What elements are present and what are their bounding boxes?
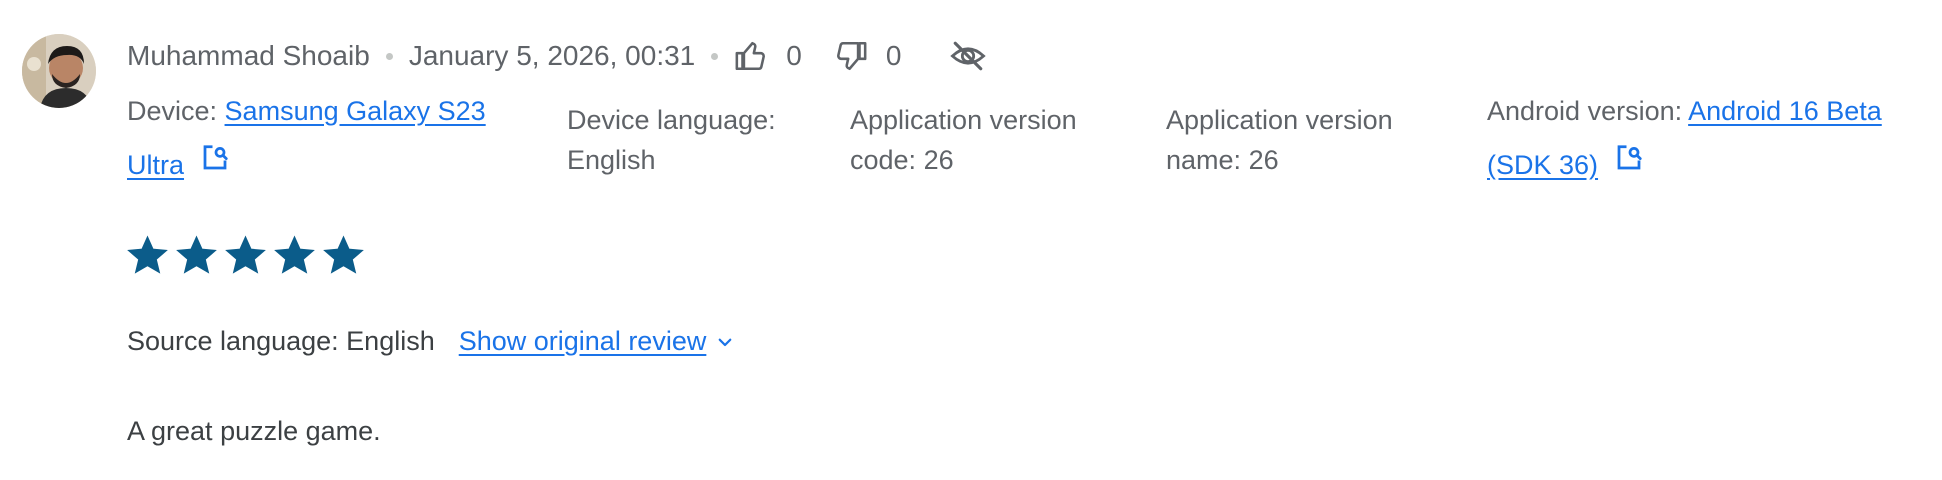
show-original-label: Show original review bbox=[458, 326, 707, 356]
review-text: A great puzzle game. bbox=[127, 416, 381, 446]
open-in-new-icon[interactable] bbox=[1614, 137, 1644, 191]
thumbs-down-count: 0 bbox=[885, 40, 902, 71]
reviewer-name: Muhammad Shoaib bbox=[127, 40, 370, 71]
app-version-code-value: 26 bbox=[923, 145, 954, 175]
device-language-label: Device language: bbox=[567, 105, 776, 135]
star-rating bbox=[127, 235, 364, 276]
device-language-info: Device language: English bbox=[567, 100, 817, 180]
star-filled-icon bbox=[323, 235, 364, 274]
thumbs-up-button[interactable]: 0 bbox=[734, 39, 802, 73]
android-version-info: Android version: Android 16 Beta (SDK 36… bbox=[1487, 84, 1937, 194]
android-version-label: Android version: bbox=[1487, 96, 1683, 126]
app-version-name-info: Application version name: 26 bbox=[1166, 100, 1446, 180]
chevron-down-icon bbox=[718, 338, 732, 346]
show-original-review-button[interactable]: Show original review bbox=[459, 326, 735, 357]
device-info: Device: Samsung Galaxy S23 Ultra bbox=[127, 84, 527, 194]
thumbs-up-icon bbox=[735, 41, 766, 71]
separator-dot bbox=[385, 52, 393, 60]
open-in-new-icon[interactable] bbox=[200, 137, 230, 191]
hide-review-button[interactable] bbox=[949, 39, 987, 73]
source-language-row: Source language: English Show original r… bbox=[127, 326, 734, 357]
thumbs-down-button[interactable]: 0 bbox=[834, 39, 902, 73]
star-filled-icon bbox=[127, 235, 168, 274]
user-avatar-icon bbox=[22, 34, 96, 108]
app-version-name-value: 26 bbox=[1248, 145, 1279, 175]
app-version-code-label: Application version code: bbox=[850, 105, 1077, 175]
app-version-name-label: Application version name: bbox=[1166, 105, 1393, 175]
star-filled-icon bbox=[274, 235, 315, 274]
star-filled-icon bbox=[225, 235, 266, 274]
app-version-code-info: Application version code: 26 bbox=[850, 100, 1130, 180]
thumbs-down-icon bbox=[836, 41, 867, 71]
star-filled-icon bbox=[176, 235, 217, 274]
device-label: Device: bbox=[127, 96, 218, 126]
thumbs-up-count: 0 bbox=[786, 40, 802, 71]
separator-dot bbox=[711, 52, 719, 60]
source-language: Source language: English bbox=[127, 326, 435, 356]
review-card: Muhammad Shoaib January 5, 2026, 00:31 0… bbox=[0, 0, 1942, 480]
device-language-value: English bbox=[567, 145, 656, 175]
reviewer-avatar bbox=[22, 34, 96, 108]
review-date: January 5, 2026, 00:31 bbox=[408, 40, 696, 71]
review-header: Muhammad Shoaib January 5, 2026, 00:31 0… bbox=[127, 34, 987, 78]
eye-off-icon bbox=[950, 41, 987, 71]
